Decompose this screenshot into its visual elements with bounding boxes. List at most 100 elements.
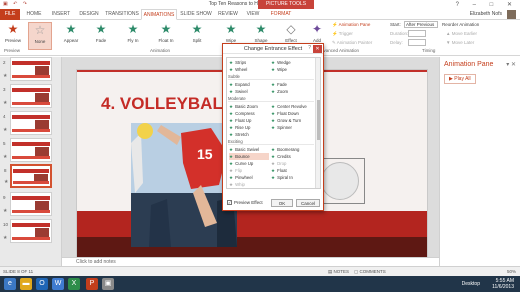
window-controls[interactable]: ? – □ ✕ [456,1,518,8]
desktop-toolbar[interactable]: Desktop [462,281,480,287]
slide-number: 10 [3,222,9,227]
effect-item[interactable]: ★ Fade [271,81,287,88]
ie-icon[interactable]: e [4,278,16,290]
effect-label: Strips [235,60,247,65]
effect-item[interactable]: ★ Grow & Turn [271,117,301,124]
effects-list-scrollbar[interactable] [315,58,320,188]
delay-field[interactable] [408,39,426,46]
excel-icon[interactable]: X [68,278,80,290]
effect-item[interactable]: ★ Swivel [229,88,248,95]
cancel-button[interactable]: Cancel [296,199,320,207]
effect-item[interactable]: ★ Zoom [271,88,288,95]
tab-format[interactable]: FORMAT [266,9,296,20]
tab-insert[interactable]: INSERT [48,9,74,20]
outlook-icon[interactable]: O [36,278,48,290]
effect-item[interactable]: ★ Curve Up [229,160,253,167]
effect-item[interactable]: ★ Stretch [229,131,249,138]
folder-icon[interactable]: ▬ [20,278,32,290]
slide-thumb-2[interactable]: 3 ★ [3,84,52,108]
preview-button[interactable]: ★ Preview [2,22,24,50]
effect-item[interactable]: ★ Wipe [271,66,287,73]
effect-item-disabled: ★ Whip [229,181,245,188]
slide-thumb-3[interactable]: 4 ★ [3,111,52,135]
effect-label: Basic Zoom [235,104,258,109]
effect-item[interactable]: ★ Center Revolve [271,103,307,110]
tab-design[interactable]: DESIGN [76,9,102,20]
effect-item[interactable]: ★ Credits [271,153,291,160]
tab-view[interactable]: VIEW [243,9,263,20]
effect-item[interactable]: ★ Float Up [229,117,251,124]
notes-toggle[interactable]: ▤ NOTES [328,269,349,275]
effect-item[interactable]: ★ Pinwheel [229,174,253,181]
slide-heading[interactable]: 4. VOLLEYBALL [101,94,233,114]
effect-item[interactable]: ★ Compress [229,110,255,117]
effect-item[interactable]: ★ Float [271,167,287,174]
animation-painter-button[interactable]: ✎ Animation Painter [332,40,372,46]
effect-item[interactable]: ★ Strips [229,59,246,66]
help-icon[interactable]: ? [308,45,311,51]
effect-label: Bounce [235,154,250,159]
app-icon[interactable]: ▣ [102,278,114,290]
effect-item[interactable]: ★ Wedge [271,59,291,66]
tab-transitions[interactable]: TRANSITIONS [104,9,140,20]
avatar[interactable] [507,10,516,19]
effect-item[interactable]: ★ Float Down [271,110,299,117]
notes-area[interactable]: Click to add notes [62,257,439,266]
effect-star-icon: ★ [229,175,234,180]
thumb-footer-bar [12,102,50,105]
effect-item[interactable]: ★ Basic Zoom [229,103,258,110]
effect-label: Basic Swivel [235,147,260,152]
effect-item[interactable]: ★ Expand [229,81,250,88]
tab-file[interactable]: FILE [0,9,20,20]
slide-thumb-9[interactable]: 9 ★ [3,192,52,216]
dialog-close-button[interactable]: ✕ [313,45,322,53]
slide-thumb-10[interactable]: 10 ★ [3,219,52,243]
slide-thumbnails-pane[interactable]: 2 ★ 3 ★ 4 ★ 5 ★ 8 ★ 9 ★ 10 ★ [0,57,62,266]
powerpoint-icon[interactable]: P [86,278,98,290]
tab-home[interactable]: HOME [22,9,46,20]
effect-item[interactable]: ★ Boomerang [271,146,299,153]
start-dropdown[interactable]: After Previous [404,21,438,28]
animation-pane-button[interactable]: ⚡ Animation Pane [332,22,370,28]
move-later-button[interactable]: ▼ Move Later [446,40,474,45]
move-earlier-button[interactable]: ▲ Move Earlier [446,31,477,36]
effect-star-icon: ★ [271,118,276,123]
slide-thumb-4[interactable]: 5 ★ [3,138,52,162]
effect-fade-button[interactable]: ★ Fade [88,22,114,50]
preview-effect-checkbox[interactable]: ✓ Preview Effect [227,200,263,206]
effect-item-bounce-selected[interactable]: ★ Bounce [229,153,269,160]
tab-review[interactable]: REVIEW [215,9,241,20]
effect-fly-in-button[interactable]: ★ Fly In [120,22,146,50]
comments-toggle[interactable]: ▢ COMMENTS [354,269,386,275]
tab-slide-show[interactable]: SLIDE SHOW [179,9,213,20]
slide-thumb-1[interactable]: 2 ★ [3,57,52,81]
effect-none-button[interactable]: ☆ None [28,22,52,50]
taskbar-clock[interactable]: 5:55 AM 11/6/2013 [492,278,514,290]
effect-item[interactable]: ★ Basic Swivel [229,146,259,153]
word-icon[interactable]: W [52,278,64,290]
duration-field[interactable] [408,30,426,37]
effect-float-in-button[interactable]: ★ Float In [152,22,180,50]
effect-star-icon: ★ [229,154,234,159]
zoom-level[interactable]: 50% [507,269,516,274]
trigger-button[interactable]: ⚡ Trigger [332,31,353,37]
close-icon[interactable]: ▾ ✕ [506,61,516,68]
ok-button[interactable]: OK [271,199,293,207]
effect-fade-label: Fade [95,38,107,43]
effect-split-button[interactable]: ★ Split [184,22,210,50]
user-name[interactable]: Elizabeth Nofs [470,11,502,17]
effects-list[interactable]: ★ Strips ★ Wedge ★ Wheel ★ Wipe Subtle ★ Expa… [226,57,321,189]
effect-item[interactable]: ★ Spiral In [271,174,293,181]
effect-appear-button[interactable]: ★ Appear [58,22,84,50]
tab-animations[interactable]: ANIMATIONS [141,9,177,20]
slide-number: 9 [3,195,6,200]
scrollbar-thumb[interactable] [317,100,320,140]
effect-item[interactable]: ★ Wheel [229,66,247,73]
preview-effect-label: Preview Effect [234,200,263,205]
volleyball-shape[interactable] [321,162,359,200]
move-later-label: Move Later [451,40,475,45]
effect-item[interactable]: ★ Spinner [271,124,292,131]
slide-thumb-8-selected[interactable]: 8 ★ [4,164,52,188]
effect-item[interactable]: ★ Rise Up [229,124,250,131]
play-all-button[interactable]: ▶ Play All [444,74,476,84]
